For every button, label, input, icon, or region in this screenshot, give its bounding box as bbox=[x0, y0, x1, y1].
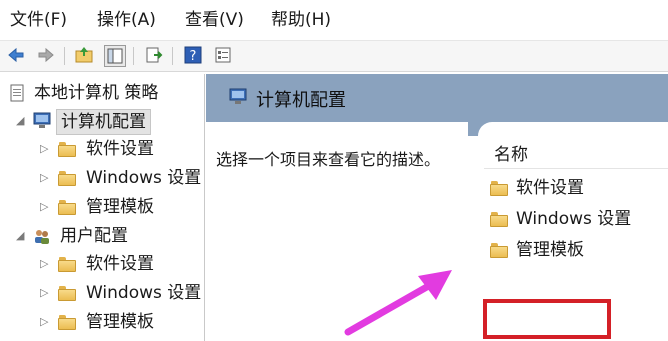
annotation-arrow bbox=[344, 270, 452, 336]
